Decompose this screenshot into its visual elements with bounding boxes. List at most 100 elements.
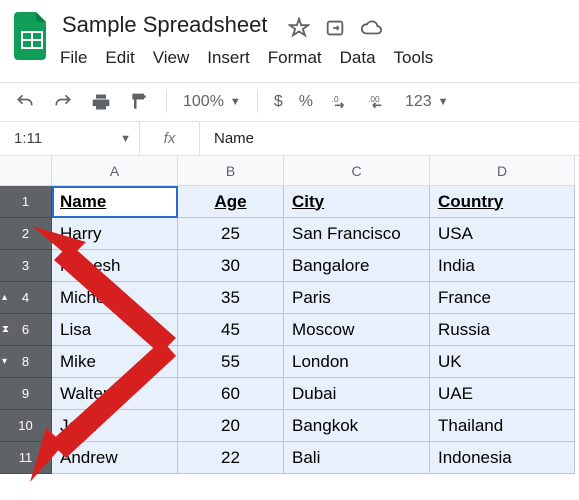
cell[interactable]: London — [284, 346, 430, 378]
row-number: 4 — [22, 290, 29, 305]
row-header[interactable]: ▴4 — [0, 282, 52, 314]
fx-label: fx — [140, 122, 200, 155]
cell[interactable]: Moscow — [284, 314, 430, 346]
cell[interactable]: Country — [430, 186, 575, 218]
currency-button[interactable]: $ — [274, 93, 283, 111]
number-format-dropdown[interactable]: 123 ▼ — [405, 93, 449, 111]
separator — [257, 91, 258, 113]
name-box-value: 1:11 — [14, 130, 42, 147]
row-header[interactable]: ⧗6 — [0, 314, 52, 346]
chevron-down-icon: ▼ — [120, 133, 131, 145]
select-all-corner[interactable] — [0, 156, 52, 186]
cell[interactable]: 30 — [178, 250, 284, 282]
cell[interactable]: 20 — [178, 410, 284, 442]
row-number: 9 — [22, 386, 29, 401]
formula-input[interactable]: Name — [200, 130, 254, 147]
decrease-decimal-button[interactable]: .0 — [329, 91, 351, 113]
cell[interactable]: Harry — [52, 218, 178, 250]
row-header[interactable]: 3 — [0, 250, 52, 282]
toolbar: 100% ▼ $ % .0 .00 123 ▼ — [0, 82, 579, 122]
row-number: 1 — [22, 194, 29, 209]
menu-bar: File Edit View Insert Format Data Tools — [60, 48, 433, 68]
star-icon[interactable] — [288, 17, 310, 39]
cloud-icon[interactable] — [360, 17, 382, 39]
percent-button[interactable]: % — [299, 93, 313, 111]
cell[interactable]: Bangalore — [284, 250, 430, 282]
paint-format-button[interactable] — [128, 91, 150, 113]
number-format-label: 123 — [405, 93, 432, 111]
cell[interactable]: Andrew — [52, 442, 178, 474]
row-number: 2 — [22, 226, 29, 241]
row-header[interactable]: 2 — [0, 218, 52, 250]
cell[interactable]: Michelle — [52, 282, 178, 314]
column-header-a[interactable]: A — [52, 156, 178, 186]
zoom-value: 100% — [183, 93, 224, 111]
cell[interactable]: Age — [178, 186, 284, 218]
column-header-b[interactable]: B — [178, 156, 284, 186]
name-box[interactable]: 1:11 ▼ — [0, 122, 140, 155]
menu-edit[interactable]: Edit — [105, 48, 134, 68]
spreadsheet-grid[interactable]: A B C D 1 Name Age City Country 2 Harry … — [0, 156, 579, 474]
menu-view[interactable]: View — [153, 48, 190, 68]
row-number: 6 — [22, 322, 29, 337]
cell[interactable]: Mahesh — [52, 250, 178, 282]
chevron-down-icon: ▼ — [230, 96, 241, 108]
cell[interactable]: France — [430, 282, 575, 314]
cell[interactable]: Lisa — [52, 314, 178, 346]
cell[interactable]: Name — [52, 186, 178, 218]
group-mark[interactable]: ⧗ — [2, 325, 9, 335]
formula-bar: 1:11 ▼ fx Name — [0, 122, 579, 156]
cell[interactable]: Russia — [430, 314, 575, 346]
cell[interactable]: John — [52, 410, 178, 442]
cell[interactable]: Mike — [52, 346, 178, 378]
row-header[interactable]: 9 — [0, 378, 52, 410]
cell[interactable]: UAE — [430, 378, 575, 410]
cell[interactable]: San Francisco — [284, 218, 430, 250]
menu-tools[interactable]: Tools — [394, 48, 434, 68]
row-header[interactable]: 10 — [0, 410, 52, 442]
row-header[interactable]: 11 — [0, 442, 52, 474]
menu-file[interactable]: File — [60, 48, 87, 68]
group-mark[interactable]: ▴ — [2, 293, 7, 303]
print-button[interactable] — [90, 91, 112, 113]
cell[interactable]: Paris — [284, 282, 430, 314]
chevron-down-icon: ▼ — [438, 96, 449, 108]
cell[interactable]: Indonesia — [430, 442, 575, 474]
cell[interactable]: 60 — [178, 378, 284, 410]
menu-insert[interactable]: Insert — [207, 48, 250, 68]
move-icon[interactable] — [324, 17, 346, 39]
cell[interactable]: 45 — [178, 314, 284, 346]
cell[interactable]: 25 — [178, 218, 284, 250]
sheets-logo[interactable] — [12, 10, 52, 62]
cell[interactable]: Walter — [52, 378, 178, 410]
separator — [166, 91, 167, 113]
cell[interactable]: 22 — [178, 442, 284, 474]
increase-decimal-button[interactable]: .00 — [367, 91, 389, 113]
column-header-d[interactable]: D — [430, 156, 575, 186]
column-header-c[interactable]: C — [284, 156, 430, 186]
menu-data[interactable]: Data — [340, 48, 376, 68]
undo-button[interactable] — [14, 91, 36, 113]
row-header[interactable]: 1 — [0, 186, 52, 218]
document-title[interactable]: Sample Spreadsheet — [60, 10, 269, 40]
cell[interactable]: UK — [430, 346, 575, 378]
svg-text:.0: .0 — [332, 94, 339, 104]
cell[interactable]: Thailand — [430, 410, 575, 442]
svg-text:.00: .00 — [368, 94, 380, 104]
row-number: 11 — [19, 450, 33, 465]
menu-format[interactable]: Format — [268, 48, 322, 68]
group-mark[interactable]: ▾ — [2, 357, 7, 367]
row-number: 8 — [22, 354, 29, 369]
row-header[interactable]: ▾8 — [0, 346, 52, 378]
cell[interactable]: USA — [430, 218, 575, 250]
zoom-dropdown[interactable]: 100% ▼ — [183, 93, 241, 111]
cell[interactable]: City — [284, 186, 430, 218]
row-number: 10 — [18, 418, 32, 433]
cell[interactable]: Dubai — [284, 378, 430, 410]
cell[interactable]: 55 — [178, 346, 284, 378]
cell[interactable]: Bangkok — [284, 410, 430, 442]
cell[interactable]: India — [430, 250, 575, 282]
redo-button[interactable] — [52, 91, 74, 113]
cell[interactable]: Bali — [284, 442, 430, 474]
cell[interactable]: 35 — [178, 282, 284, 314]
